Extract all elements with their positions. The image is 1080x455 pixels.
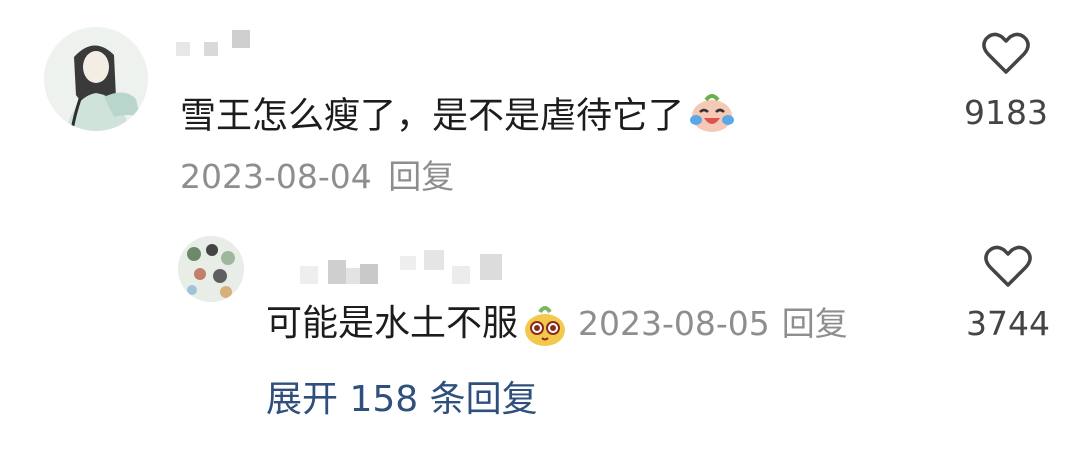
reply-line: 可能是水土不服 2023-08-05 回复 bbox=[266, 302, 848, 356]
username-masked[interactable] bbox=[176, 30, 256, 56]
like-button[interactable] bbox=[981, 30, 1031, 80]
comment-text-content: 可能是水土不服 bbox=[266, 303, 519, 344]
like-count: 3744 bbox=[966, 304, 1050, 343]
yellow-mascot-emoji-icon bbox=[520, 302, 570, 352]
user-avatar[interactable] bbox=[44, 27, 148, 131]
reply-button[interactable]: 回复 bbox=[782, 304, 848, 343]
laugh-cry-emoji-icon bbox=[688, 90, 736, 145]
heart-outline-icon bbox=[982, 32, 1030, 74]
reply-button[interactable]: 回复 bbox=[388, 157, 454, 196]
like-button[interactable] bbox=[983, 243, 1033, 293]
comment-date: 2023-08-04 bbox=[180, 157, 372, 196]
user-avatar[interactable] bbox=[178, 236, 244, 302]
expand-replies-button[interactable]: 展开 158 条回复 bbox=[266, 378, 538, 422]
heart-outline-icon bbox=[984, 245, 1032, 287]
comment-date: 2023-08-05 bbox=[578, 304, 770, 343]
avatar-illustration bbox=[44, 27, 148, 131]
username-masked[interactable] bbox=[300, 250, 510, 286]
like-count: 9183 bbox=[964, 93, 1048, 132]
avatar-collage bbox=[178, 236, 244, 302]
comment-meta: 2023-08-04 回复 bbox=[180, 157, 454, 197]
comment-text: 雪王怎么瘦了，是不是虐待它了 bbox=[180, 90, 736, 145]
comment-text-content: 雪王怎么瘦了，是不是虐待它了 bbox=[180, 95, 685, 137]
